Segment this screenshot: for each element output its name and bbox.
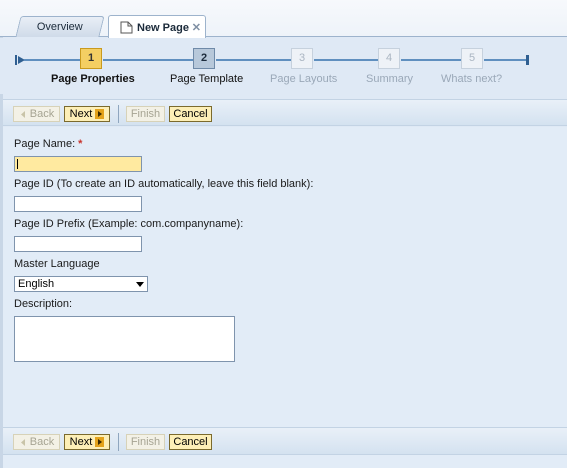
- step-2-label[interactable]: Page Template: [170, 73, 243, 85]
- bottom-toolbar: Back Next Finish Cancel: [3, 427, 567, 455]
- close-icon[interactable]: ✕: [192, 16, 201, 40]
- page-properties-form: Page Name: * Page ID (To create an ID aut…: [3, 127, 567, 427]
- cancel-button[interactable]: Cancel: [169, 106, 212, 122]
- step-4-label: Summary: [366, 73, 414, 85]
- back-button[interactable]: Back: [13, 106, 60, 122]
- step-2-box[interactable]: 2: [193, 48, 215, 69]
- back-button-label: Back: [29, 436, 55, 448]
- roadmap-end-icon: [517, 55, 529, 65]
- step-3-number: 3: [298, 52, 306, 64]
- page-id-input[interactable]: [14, 196, 142, 212]
- step-5-label: Whats next?: [441, 73, 503, 85]
- step-3-box: 3: [291, 48, 313, 69]
- page-name-label: Page Name: *: [14, 138, 82, 150]
- master-language-select[interactable]: English: [14, 276, 148, 292]
- master-language-value: English: [18, 278, 55, 290]
- toolbar-separator: [118, 105, 119, 123]
- roadmap-line: [401, 59, 461, 61]
- back-arrow-icon: [20, 110, 25, 118]
- master-language-label: Master Language: [14, 258, 100, 270]
- next-button-bottom[interactable]: Next: [64, 434, 110, 450]
- top-toolbar: Back Next Finish Cancel: [3, 99, 567, 126]
- step-1-label[interactable]: Page Properties: [51, 73, 135, 85]
- finish-button-label: Finish: [130, 436, 161, 448]
- roadmap-start-icon: [15, 55, 29, 65]
- bottom-strip: [3, 455, 567, 468]
- page-name-input[interactable]: [14, 156, 142, 172]
- toolbar-separator: [118, 433, 119, 451]
- step-3-label: Page Layouts: [270, 73, 338, 85]
- document-icon: [120, 21, 133, 34]
- required-marker: *: [78, 138, 83, 150]
- next-arrow-icon: [95, 437, 105, 448]
- step-4-number: 4: [385, 52, 393, 64]
- back-button-label: Back: [29, 108, 55, 120]
- chevron-down-icon[interactable]: [136, 282, 144, 287]
- finish-button[interactable]: Finish: [126, 106, 165, 122]
- finish-button-label: Finish: [130, 108, 161, 120]
- finish-button-bottom[interactable]: Finish: [126, 434, 165, 450]
- next-button-label: Next: [69, 108, 93, 120]
- description-textarea[interactable]: [14, 316, 235, 362]
- roadmap-line: [103, 59, 193, 61]
- next-arrow-icon: [95, 109, 105, 120]
- next-button[interactable]: Next: [64, 106, 110, 122]
- roadmap-line: [314, 59, 378, 61]
- tab-overview[interactable]: Overview: [15, 16, 105, 37]
- tab-bar: Overview New Page ✕: [0, 0, 567, 38]
- description-label: Description:: [14, 298, 73, 310]
- step-5-number: 5: [468, 52, 476, 64]
- back-arrow-icon: [20, 438, 25, 446]
- page-id-prefix-label: Page ID Prefix (Example: com.companyname…: [14, 218, 244, 230]
- page-id-prefix-input[interactable]: [14, 236, 142, 252]
- cancel-button-bottom[interactable]: Cancel: [169, 434, 212, 450]
- tab-overview-label: Overview: [36, 21, 83, 33]
- roadmap-line: [29, 59, 80, 61]
- step-2-number: 2: [200, 52, 208, 64]
- cancel-button-label: Cancel: [173, 436, 208, 448]
- step-5-box: 5: [461, 48, 483, 69]
- step-1-number: 1: [87, 52, 95, 64]
- tab-new-page-label: New Page: [137, 22, 189, 34]
- tab-new-page[interactable]: New Page ✕: [108, 15, 206, 38]
- step-4-box: 4: [378, 48, 400, 69]
- page-name-label-text: Page Name:: [14, 138, 76, 150]
- page-id-label: Page ID (To create an ID automatically, …: [14, 178, 314, 190]
- next-button-label: Next: [69, 436, 93, 448]
- step-1-box[interactable]: 1: [80, 48, 102, 69]
- cancel-button-label: Cancel: [173, 108, 208, 120]
- roadmap-line: [484, 59, 518, 61]
- roadmap-line: [216, 59, 291, 61]
- wizard-roadmap: 1 Page Properties 2 Page Template 3 Page…: [0, 38, 567, 94]
- back-button-bottom[interactable]: Back: [13, 434, 60, 450]
